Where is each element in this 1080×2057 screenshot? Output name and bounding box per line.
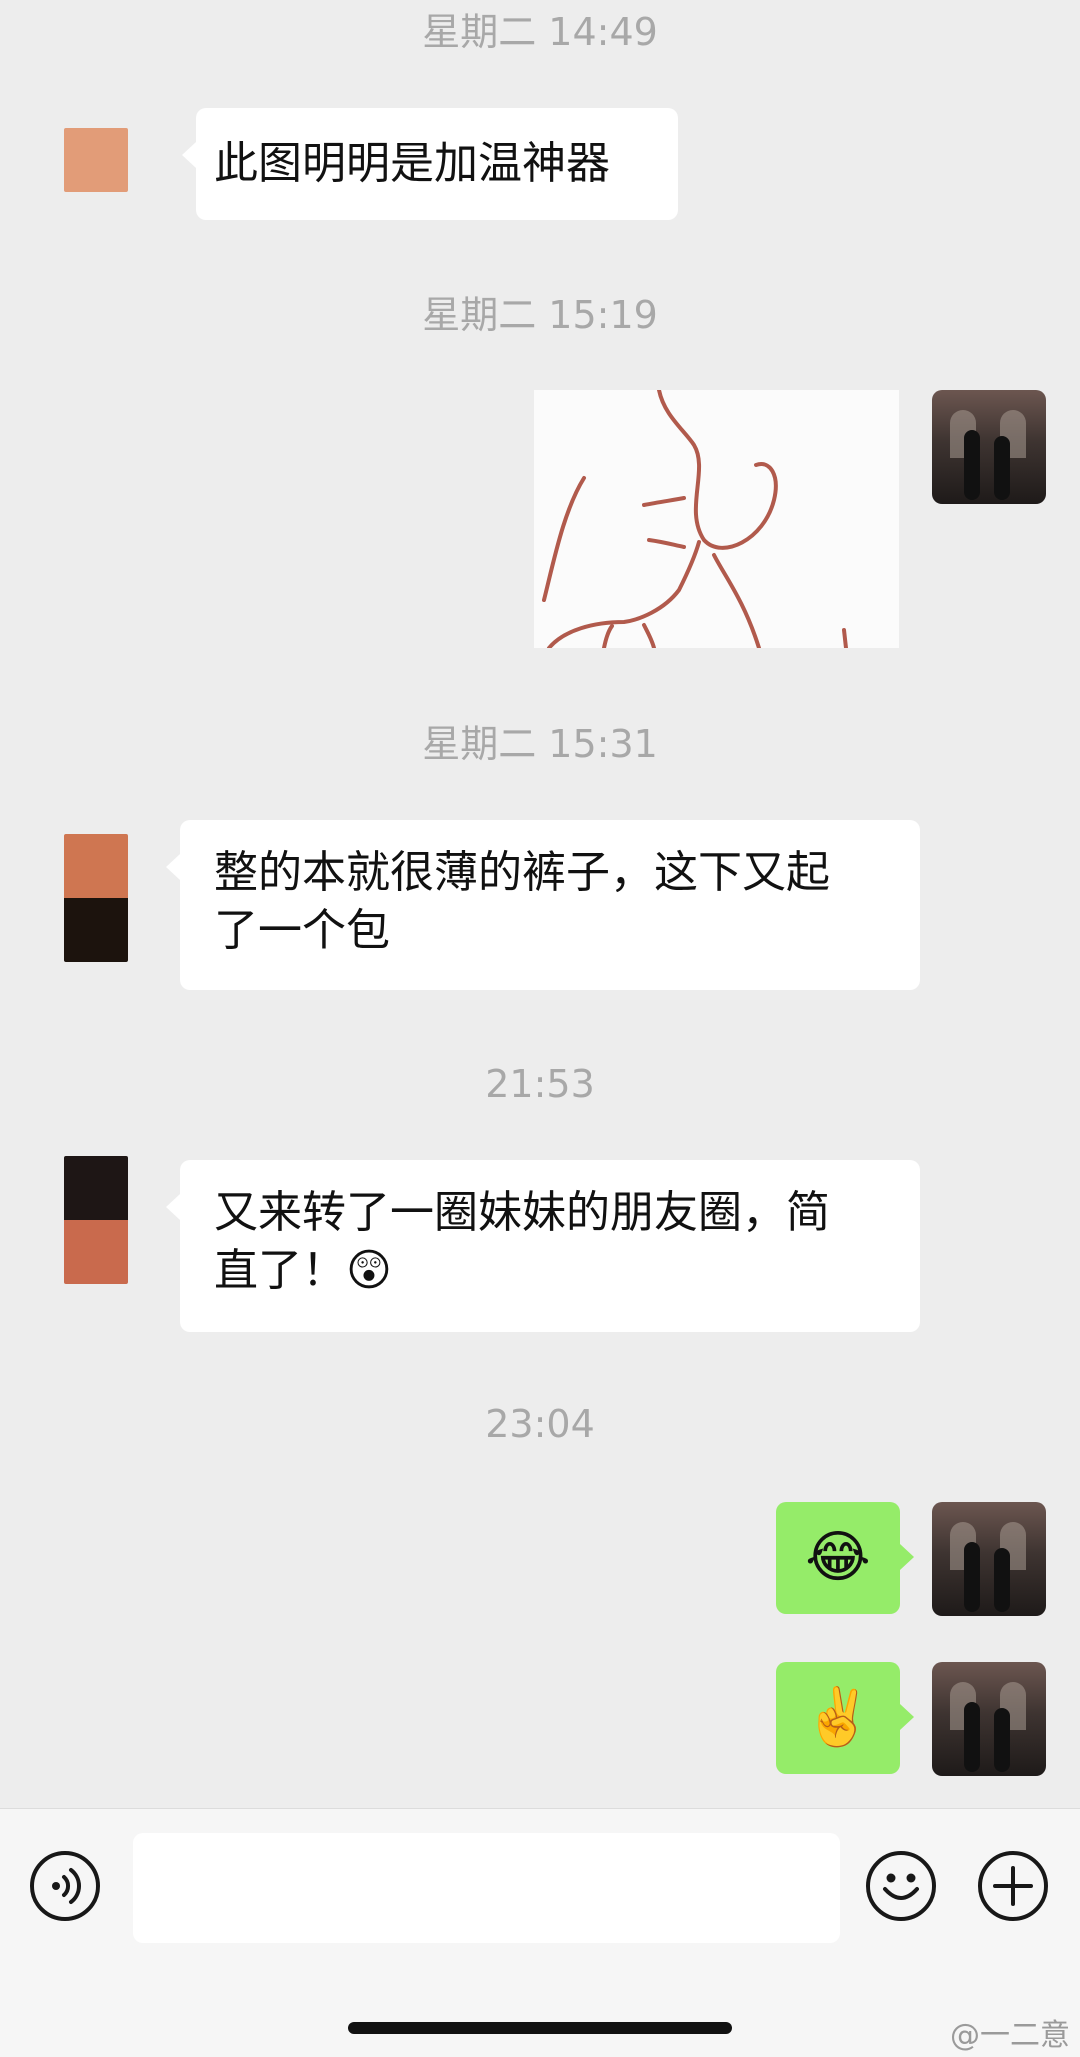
outgoing-message-bubble[interactable]: ✌️ (776, 1662, 914, 1774)
home-indicator[interactable] (348, 2022, 732, 2034)
timestamp: 星期二 15:31 (422, 722, 658, 766)
message-text-line: 了一个包 (214, 905, 390, 956)
plus-icon[interactable] (978, 1851, 1048, 1921)
message-text-line: 整的本就很薄的裤子，这下又起 (214, 847, 830, 898)
timestamp: 23:04 (485, 1402, 595, 1446)
my-avatar[interactable] (932, 1662, 1046, 1776)
message-text-line: 直了！ (214, 1245, 346, 1296)
my-avatar[interactable] (932, 390, 1046, 504)
sketch-image (542, 390, 848, 648)
outgoing-image-message[interactable] (534, 390, 899, 648)
contact-avatar[interactable] (64, 834, 128, 962)
contact-avatar[interactable] (64, 1156, 128, 1284)
outgoing-message-bubble[interactable]: 😂 (776, 1502, 914, 1614)
astonished-emoji: 😲 (346, 1245, 392, 1296)
contact-avatar[interactable] (64, 128, 128, 192)
timestamp: 21:53 (485, 1062, 595, 1106)
timestamp: 星期二 14:49 (422, 10, 658, 54)
emoji-icon[interactable] (866, 1851, 936, 1921)
timestamp: 星期二 15:19 (422, 293, 658, 337)
watermark: @一二意 (950, 2018, 1070, 2053)
input-bar (0, 1808, 1080, 2057)
message-text-line: 又来转了一圈妹妹的朋友圈，简 (214, 1187, 830, 1238)
incoming-message-bubble[interactable]: 整的本就很薄的裤子，这下又起 了一个包 (166, 820, 920, 990)
my-avatar[interactable] (932, 1502, 1046, 1616)
message-text: 此图明明是加温神器 (214, 138, 610, 189)
incoming-message-bubble[interactable]: 又来转了一圈妹妹的朋友圈，简 直了！😲 (166, 1160, 920, 1332)
laughing-emoji: 😂 (805, 1525, 871, 1590)
victory-hand-emoji: ✌️ (803, 1685, 873, 1750)
message-input[interactable] (133, 1833, 840, 1943)
incoming-message-bubble[interactable]: 此图明明是加温神器 (182, 108, 678, 220)
voice-icon[interactable] (30, 1851, 100, 1921)
